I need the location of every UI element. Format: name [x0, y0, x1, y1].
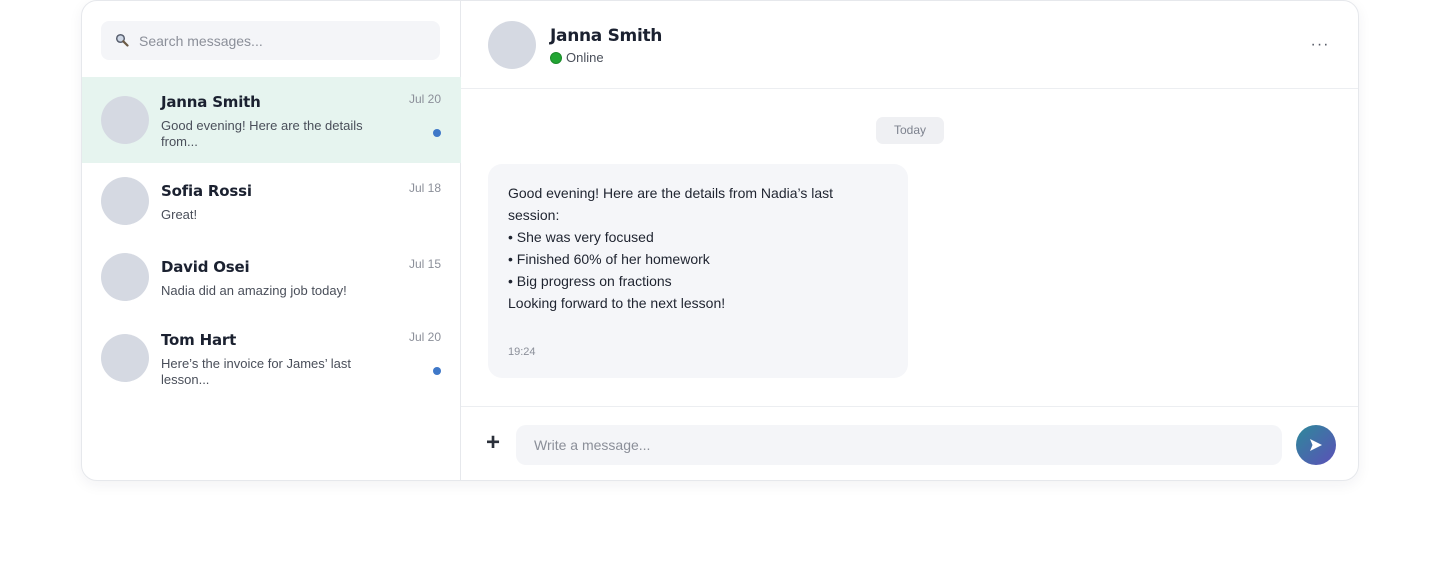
send-button[interactable]	[1296, 425, 1336, 465]
conversation-item-david-osei[interactable]: David Osei Jul 15 Nadia did an amazing j…	[82, 239, 461, 315]
online-status-icon	[550, 51, 562, 64]
conversation-preview: Nadia did an amazing job today!	[161, 283, 347, 298]
status-label: Online	[566, 50, 604, 65]
avatar	[101, 96, 149, 144]
message-line: Looking forward to the next lesson!	[508, 295, 726, 311]
conversation-preview: Good evening! Here are the details from.…	[161, 118, 391, 150]
conversation-date: Jul 20	[408, 330, 441, 344]
search-input[interactable]	[139, 21, 429, 60]
unread-indicator	[433, 367, 441, 375]
send-icon	[1310, 439, 1322, 451]
message-line: • Finished 60% of her homework	[508, 251, 710, 267]
conversation-sidebar: Janna Smith Jul 20 Good evening! Here ar…	[82, 1, 461, 480]
more-options-button[interactable]: ···	[1308, 35, 1332, 55]
preview-line: from...	[161, 134, 198, 149]
chat-header: Janna Smith Online ···	[461, 1, 1358, 89]
conversation-name: Janna Smith	[161, 93, 261, 111]
preview-line: lesson...	[161, 372, 210, 387]
message-line: • She was very focused	[508, 229, 654, 245]
conversation-item-tom-hart[interactable]: Tom Hart Jul 20 Here’s the invoice for J…	[82, 315, 461, 401]
preview-line: Here’s the invoice for James’ last	[161, 356, 352, 371]
message-line: • Big progress on fractions	[508, 273, 672, 289]
message-line: session:	[508, 207, 560, 223]
conversation-item-sofia-rossi[interactable]: Sofia Rossi Jul 18 Great!	[82, 163, 461, 239]
message-composer: +	[461, 406, 1358, 480]
search-box[interactable]	[101, 21, 440, 60]
contact-avatar	[488, 21, 536, 69]
contact-name: Janna Smith	[550, 26, 663, 46]
preview-line: Good evening! Here are the details	[161, 118, 363, 133]
search-icon	[115, 33, 129, 47]
message-time: 19:24	[508, 346, 536, 358]
day-separator: Today	[876, 117, 944, 144]
avatar	[101, 177, 149, 225]
conversation-date: Jul 20	[408, 92, 441, 106]
attach-plus-icon[interactable]: +	[484, 431, 502, 455]
conversation-name: David Osei	[161, 258, 250, 276]
conversation-name: Tom Hart	[161, 331, 237, 349]
avatar	[101, 253, 149, 301]
conversation-date: Jul 18	[408, 181, 441, 195]
unread-indicator	[433, 129, 441, 137]
conversation-item-janna-smith[interactable]: Janna Smith Jul 20 Good evening! Here ar…	[82, 77, 461, 163]
conversation-preview: Here’s the invoice for James’ last lesso…	[161, 356, 391, 388]
avatar	[101, 334, 149, 382]
message-bubble: Good evening! Here are the details from …	[488, 164, 908, 378]
message-line: Good evening! Here are the details from …	[508, 185, 834, 201]
chat-pane: Janna Smith Online ··· Today Good evenin…	[461, 1, 1358, 480]
contact-status: Online	[550, 50, 604, 65]
message-input[interactable]	[516, 425, 1282, 465]
conversation-preview: Great!	[161, 207, 198, 222]
conversation-name: Sofia Rossi	[161, 182, 252, 200]
messaging-app: Janna Smith Jul 20 Good evening! Here ar…	[81, 0, 1359, 481]
conversation-date: Jul 15	[408, 257, 441, 271]
